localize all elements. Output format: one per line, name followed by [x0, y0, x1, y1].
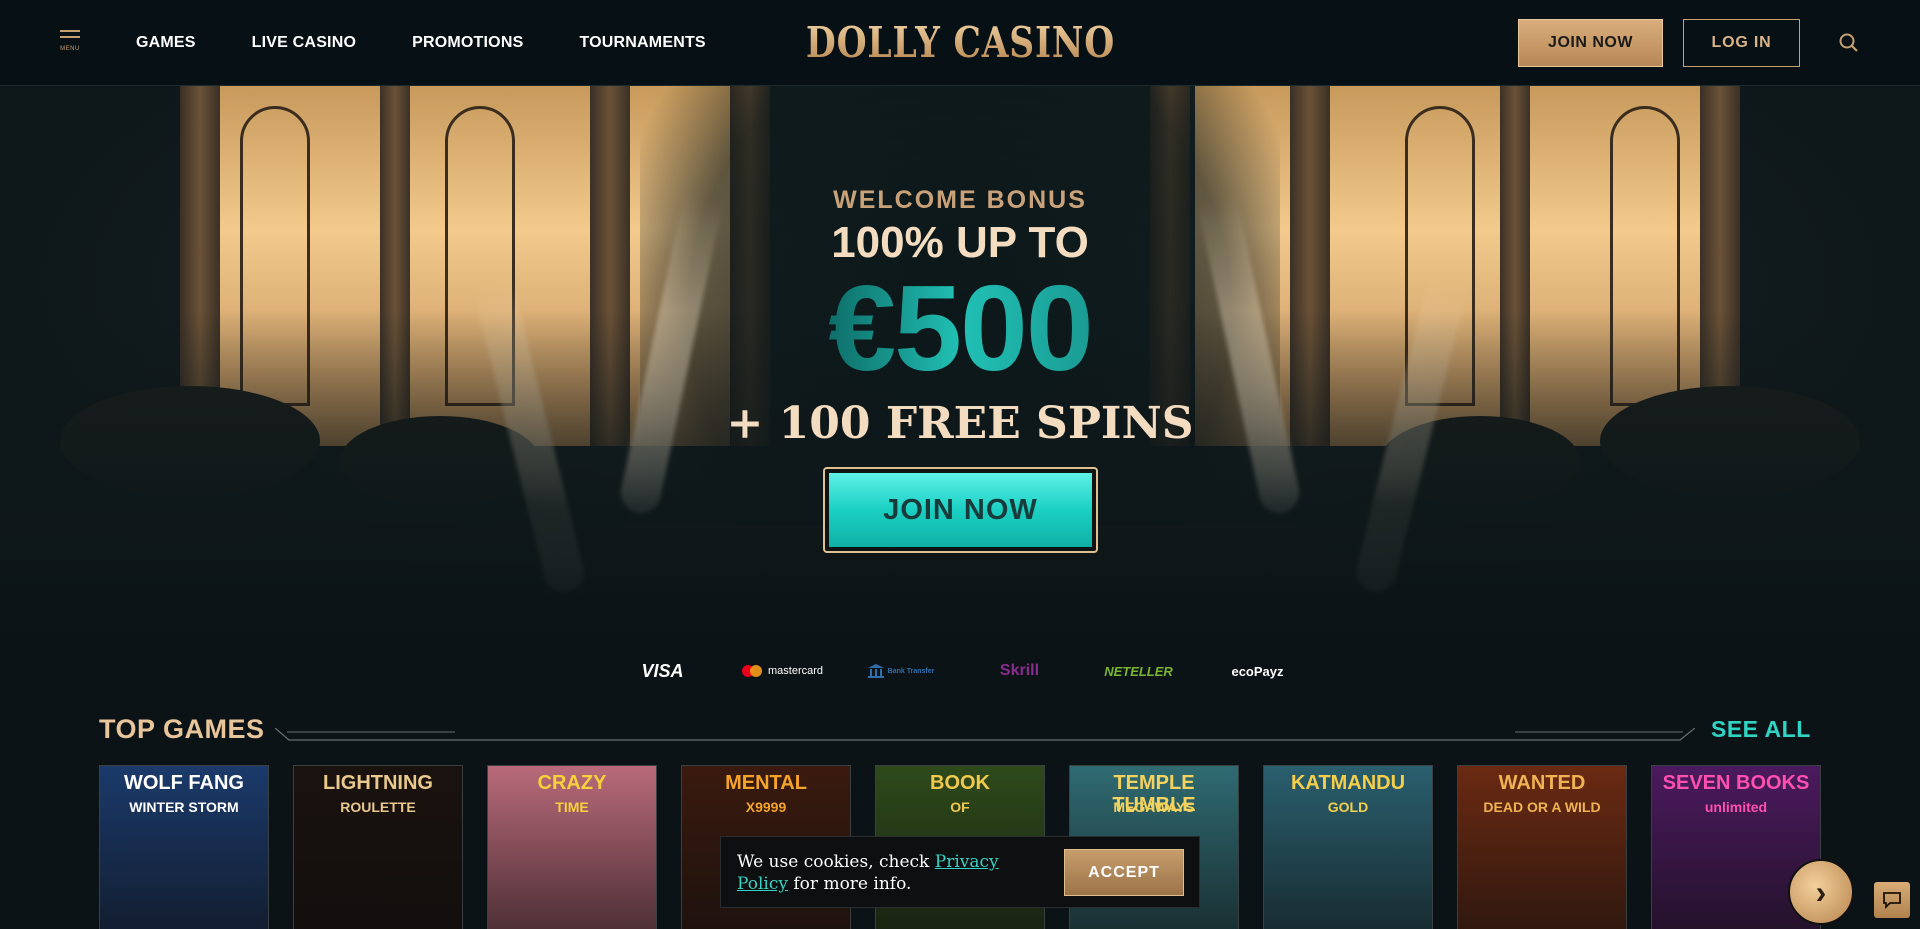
bank-transfer-logo: Bank Transfer	[841, 663, 960, 679]
game-title: BOOK	[930, 772, 990, 794]
game-tile[interactable]: LIGHTNING ROULETTE	[293, 765, 463, 929]
menu-icon	[60, 30, 80, 32]
visa-logo: VISA	[641, 660, 684, 681]
bonus-amount-wrap: €500	[0, 258, 1920, 398]
search-icon[interactable]	[1838, 32, 1860, 54]
cookie-text: We use cookies, check Privacy Policy for…	[737, 851, 1027, 895]
game-subtitle: ROULETTE	[340, 799, 416, 815]
bonus-subtitle: WELCOME BONUS	[833, 186, 1087, 214]
bonus-amount: €500	[828, 260, 1093, 396]
ecopayz-logo: ecoPayz	[1231, 663, 1284, 679]
game-tile[interactable]: WANTED DEAD OR A WILD	[1457, 765, 1627, 929]
payment-methods: VISA mastercard Bank Transfer Skrill NET…	[0, 655, 1920, 687]
see-all-link[interactable]: SEE ALL	[1711, 716, 1811, 743]
nav-live-casino[interactable]: LIVE CASINO	[252, 34, 356, 52]
game-subtitle: GOLD	[1327, 799, 1369, 815]
carousel-next-button[interactable]: ›	[1788, 859, 1854, 925]
nav-promotions[interactable]: PROMOTIONS	[412, 34, 523, 52]
game-tile[interactable]: WOLF FANG WINTER STORM	[99, 765, 269, 929]
section-divider	[275, 728, 1695, 741]
site-logo[interactable]: DOLLY CASINO	[805, 18, 1114, 67]
mastercard-logo: mastercard	[722, 664, 841, 678]
hero-join-now-button[interactable]: JOIN NOW	[823, 467, 1098, 553]
mastercard-label: mastercard	[767, 665, 824, 677]
game-title: MENTAL	[725, 772, 807, 794]
game-subtitle: unlimited	[1704, 799, 1768, 815]
bonus-spins: + 100 FREE SPINS	[726, 398, 1194, 449]
game-title: KATMANDU	[1290, 772, 1406, 794]
top-games-title: TOP GAMES	[99, 714, 265, 744]
game-title: CRAZY	[537, 772, 607, 794]
game-title: WANTED	[1498, 772, 1586, 794]
game-tile[interactable]: CRAZY TIME	[487, 765, 657, 929]
accept-cookies-button[interactable]: ACCEPT	[1064, 849, 1184, 896]
join-now-button[interactable]: JOIN NOW	[1518, 19, 1663, 67]
chat-icon[interactable]	[1874, 882, 1910, 918]
menu-icon-bar	[60, 36, 80, 38]
game-tile[interactable]: KATMANDU GOLD	[1263, 765, 1433, 929]
game-subtitle: X9999	[745, 799, 787, 815]
cookie-text-start: We use cookies, check	[737, 852, 935, 872]
game-subtitle: TIME	[555, 799, 589, 815]
game-subtitle: WINTER STORM	[129, 799, 239, 815]
game-title: LIGHTNING	[323, 772, 433, 794]
menu-button[interactable]: MENU	[58, 30, 82, 56]
nav-tournaments[interactable]: TOURNAMENTS	[579, 34, 705, 52]
game-title: SEVEN BOOKS	[1662, 772, 1810, 794]
bank-transfer-label: Bank Transfer	[887, 667, 935, 675]
game-subtitle: DEAD OR A WILD	[1483, 799, 1601, 815]
cookie-text-end: for more info.	[787, 874, 912, 894]
hero-join-now-label: JOIN NOW	[829, 473, 1092, 547]
cookie-banner: We use cookies, check Privacy Policy for…	[720, 836, 1200, 908]
game-subtitle: MEGAWAYS	[1113, 799, 1195, 815]
site-header: MENU GAMES LIVE CASINO PROMOTIONS TOURNA…	[0, 0, 1920, 86]
neteller-logo: NETELLER	[1104, 663, 1173, 679]
menu-label: MENU	[60, 46, 80, 52]
log-in-button[interactable]: LOG IN	[1683, 19, 1800, 67]
main-nav: GAMES LIVE CASINO PROMOTIONS TOURNAMENTS	[136, 0, 706, 86]
skrill-logo: Skrill	[999, 662, 1040, 679]
nav-games[interactable]: GAMES	[136, 34, 196, 52]
game-subtitle: OF	[950, 799, 970, 815]
game-title: WOLF FANG	[124, 772, 244, 794]
